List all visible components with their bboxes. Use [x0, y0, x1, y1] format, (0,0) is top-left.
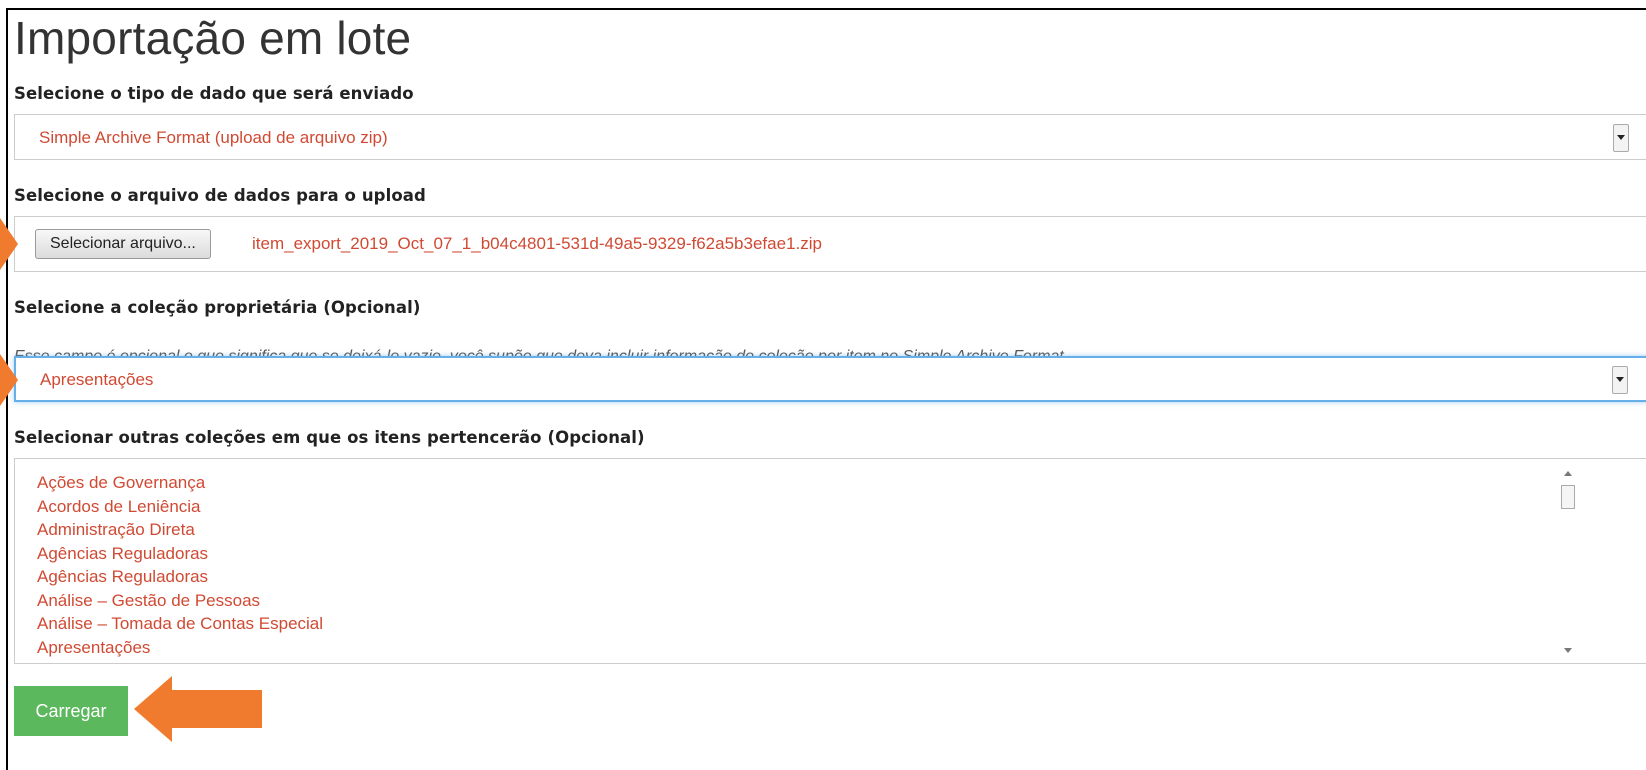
collection-option[interactable]: Agências Reguladoras — [37, 565, 323, 589]
annotation-arrow-icon — [0, 354, 18, 406]
collection-option[interactable]: Análise – Tomada de Contas Especial — [37, 612, 323, 636]
arrow-head — [134, 676, 172, 742]
collection-option[interactable]: Agências Reguladoras — [37, 542, 323, 566]
scroll-thumb[interactable] — [1561, 485, 1575, 509]
page-title: Importação em lote — [14, 12, 412, 64]
data-type-label: Selecione o tipo de dado que será enviad… — [14, 84, 414, 103]
owning-collection-label: Selecione a coleção proprietária (Opcion… — [14, 298, 421, 317]
owning-collection-select[interactable]: Apresentações — [14, 356, 1646, 402]
collection-option[interactable]: Ações de Governança — [37, 471, 323, 495]
other-collections-listbox[interactable]: Ações de Governança Acordos de Leniência A… — [14, 458, 1646, 664]
other-collections-label: Selecionar outras coleções em que os ite… — [14, 428, 645, 447]
scroll-up-icon[interactable] — [1564, 471, 1572, 476]
scroll-down-icon[interactable] — [1564, 648, 1572, 653]
selected-file-name: item_export_2019_Oct_07_1_b04c4801-531d-… — [252, 234, 822, 253]
upload-label: Selecione o arquivo de dados para o uplo… — [14, 186, 426, 205]
collection-option[interactable]: Acordos de Leniência — [37, 495, 323, 519]
arrow-shaft — [170, 690, 262, 728]
collection-option[interactable]: Apresentações — [37, 636, 323, 660]
data-type-select[interactable]: Simple Archive Format (upload de arquivo… — [14, 114, 1646, 160]
collection-list: Ações de Governança Acordos de Leniência A… — [37, 471, 323, 663]
chevron-down-icon[interactable] — [1613, 124, 1629, 152]
file-upload-field[interactable]: Selecionar arquivo... item_export_2019_O… — [14, 216, 1646, 272]
choose-file-button[interactable]: Selecionar arquivo... — [35, 229, 211, 259]
collection-option[interactable]: Administração Direta — [37, 518, 323, 542]
chevron-down-icon[interactable] — [1612, 366, 1628, 394]
listbox-scrollbar[interactable] — [1561, 467, 1575, 657]
annotation-arrow-icon — [0, 218, 18, 270]
submit-button[interactable]: Carregar — [14, 686, 128, 736]
collection-option[interactable]: Análise – Gestão de Pessoas — [37, 589, 323, 613]
collection-option[interactable]: Apresentações ROF — [37, 659, 323, 663]
owning-collection-selected-value: Apresentações — [40, 370, 154, 389]
data-type-selected-value: Simple Archive Format (upload de arquivo… — [39, 128, 388, 147]
annotation-arrow-icon — [134, 676, 262, 742]
